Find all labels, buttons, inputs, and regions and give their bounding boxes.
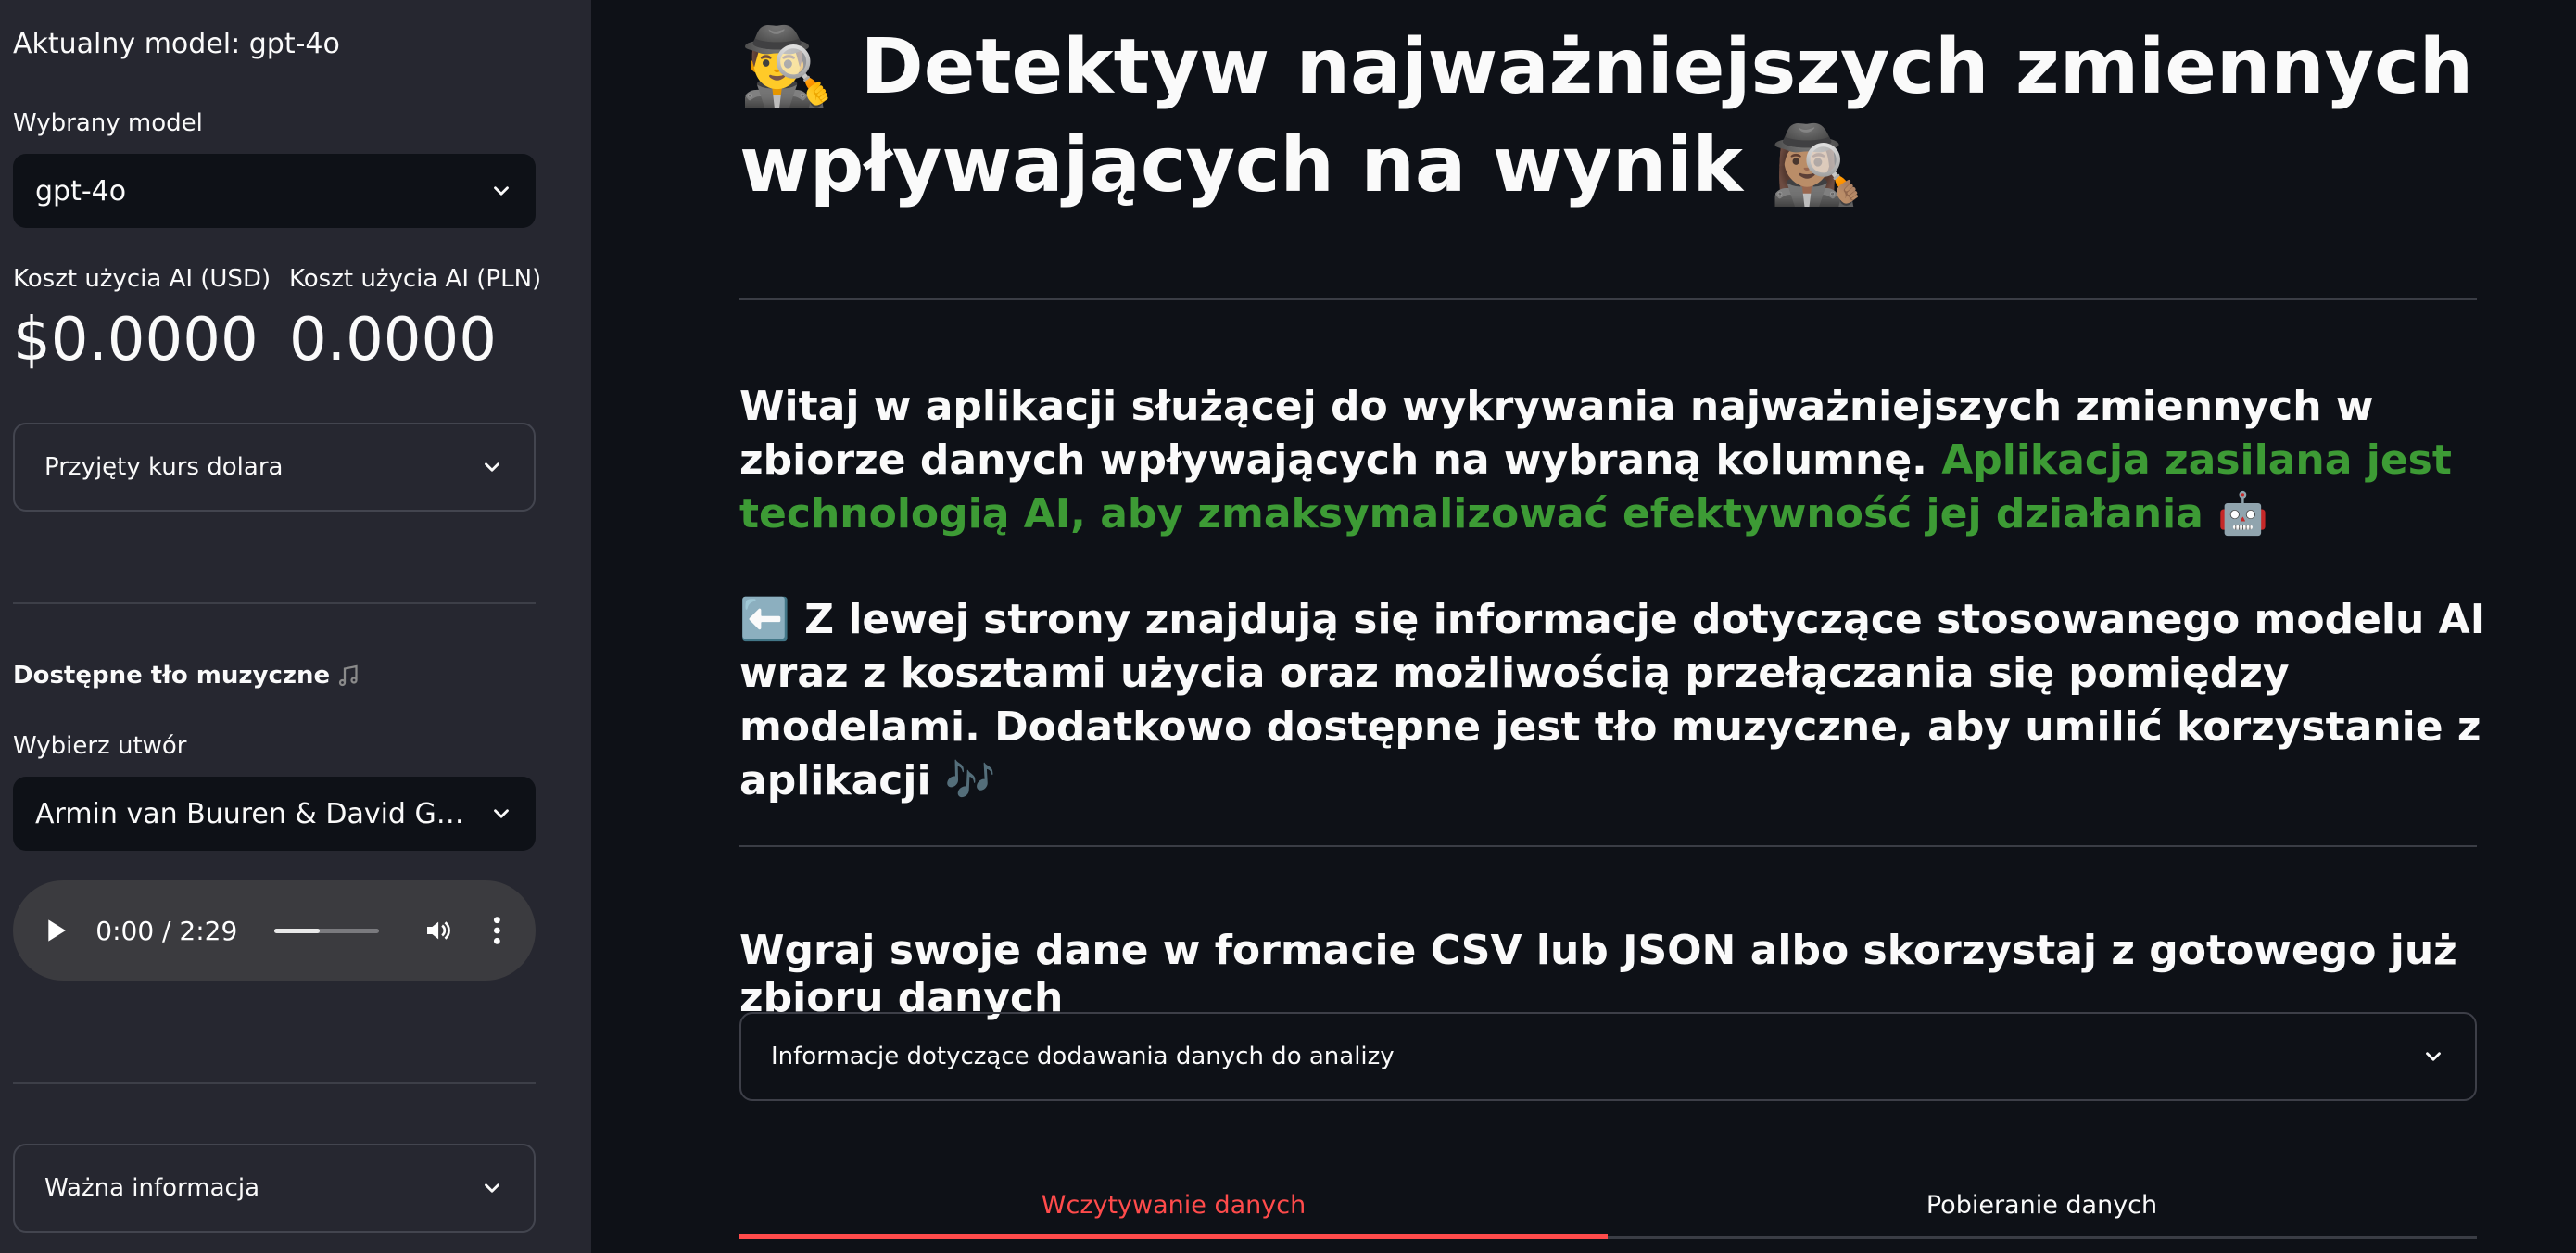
track-select-value: Armin van Buuren & David Guetta – Hey No… [35, 797, 489, 830]
tab-underline-track [1608, 1236, 2477, 1239]
divider [739, 845, 2477, 847]
play-icon[interactable] [46, 917, 68, 944]
music-section-title: Dostępne tło muzyczne [13, 662, 363, 690]
audio-progress-slider[interactable] [274, 928, 380, 933]
exchange-rate-expander-label: Przyjęty kurs dolara [44, 453, 284, 481]
chevron-down-icon [485, 1183, 499, 1193]
audio-player: 0:00 / 2:29 [13, 880, 536, 981]
data-info-expander-label: Informacje dotyczące dodawania danych do… [771, 1043, 1395, 1070]
tab-download-data[interactable]: Pobieranie danych [1608, 1171, 2476, 1238]
chevron-down-icon [485, 462, 499, 472]
model-select[interactable]: gpt-4o [13, 154, 536, 228]
chevron-down-icon [2426, 1052, 2441, 1061]
sidebar: Aktualny model: gpt-4o Wybrany model gpt… [0, 0, 591, 1253]
audio-progress-fill [274, 928, 320, 933]
left-arrow-icon: ⬅️ [739, 596, 790, 643]
cost-pln-value: 0.0000 [289, 306, 497, 374]
model-select-label: Wybrany model [13, 109, 203, 137]
page-title: 🕵️‍♂️ Detektyw najważniejszych zmiennych… [739, 23, 2474, 209]
tab-bar: Wczytywanie danych Pobieranie danych [739, 1171, 2477, 1239]
important-info-expander-label: Ważna informacja [44, 1174, 260, 1202]
music-section-label: Dostępne tło muzyczne [13, 662, 331, 690]
more-options-icon[interactable] [492, 915, 502, 946]
volume-icon[interactable] [423, 915, 453, 946]
intro-paragraph: Witaj w aplikacji służącej do wykrywania… [739, 380, 2491, 541]
divider [13, 602, 536, 604]
upload-heading: Wgraj swoje dane w formacie CSV lub JSON… [739, 927, 2457, 1021]
cost-usd-value: $0.0000 [13, 306, 259, 374]
chevron-down-icon [494, 809, 509, 818]
divider [13, 1082, 536, 1084]
tab-load-data[interactable]: Wczytywanie danych [739, 1171, 1608, 1238]
track-select[interactable]: Armin van Buuren & David Guetta – Hey No… [13, 777, 536, 851]
data-info-expander[interactable]: Informacje dotyczące dodawania danych do… [739, 1012, 2477, 1101]
chevron-down-icon [494, 186, 509, 196]
sidebar-info-text: Z lewej strony znajdują się informacje d… [739, 596, 2486, 804]
audio-time: 0:00 / 2:29 [95, 915, 238, 946]
sidebar-info-paragraph: ⬅️ Z lewej strony znajdują się informacj… [739, 593, 2491, 808]
main-content: 🕵️‍♂️ Detektyw najważniejszych zmiennych… [591, 0, 2576, 1253]
divider [739, 298, 2477, 300]
tab-active-indicator [739, 1234, 1608, 1239]
track-select-label: Wybierz utwór [13, 732, 187, 760]
music-notes-icon [339, 664, 358, 687]
model-select-value: gpt-4o [35, 174, 127, 208]
important-info-expander[interactable]: Ważna informacja [13, 1144, 536, 1233]
exchange-rate-expander[interactable]: Przyjęty kurs dolara [13, 423, 536, 512]
cost-usd-label: Koszt użycia AI (USD) [13, 265, 271, 293]
cost-pln-label: Koszt użycia AI (PLN) [289, 265, 542, 293]
current-model-text: Aktualny model: gpt-4o [13, 28, 340, 60]
